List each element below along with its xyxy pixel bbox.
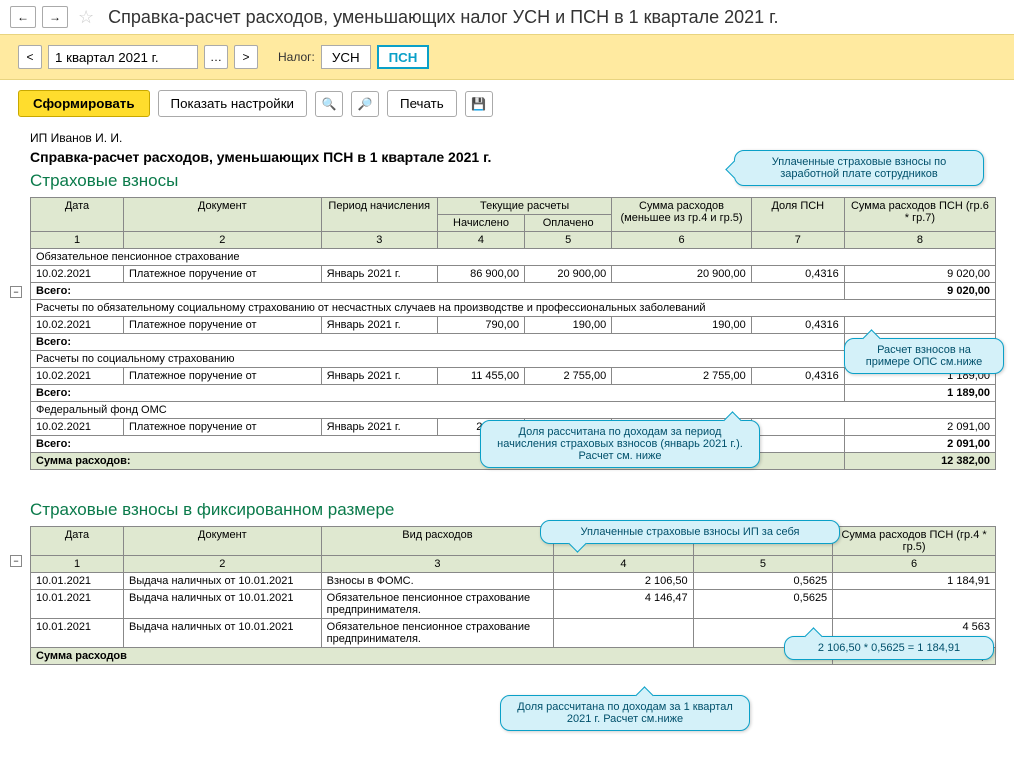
- form-button[interactable]: Сформировать: [18, 90, 150, 117]
- period-next-button[interactable]: >: [234, 45, 258, 69]
- th-period: Период начисления: [321, 198, 437, 232]
- save-icon[interactable]: 💾: [465, 91, 493, 117]
- col-numbers-2: 123456: [31, 556, 996, 573]
- th-share: Доля ПСН: [751, 198, 844, 232]
- total-row: Всего:9 020,00: [31, 283, 996, 300]
- company-name: ИП Иванов И. И.: [30, 131, 996, 145]
- tax-label: Налог:: [278, 50, 315, 64]
- th2-doc: Документ: [124, 527, 322, 556]
- th-paid: Оплачено: [525, 215, 612, 232]
- th-date: Дата: [31, 198, 124, 232]
- th-sumpsn: Сумма расходов ПСН (гр.6 * гр.7): [844, 198, 995, 232]
- period-input[interactable]: [48, 45, 198, 69]
- th-doc: Документ: [124, 198, 322, 232]
- callout-ops-calc: Расчет взносов на примере ОПС см.ниже: [844, 338, 1004, 374]
- tab-psn[interactable]: ПСН: [377, 45, 430, 69]
- table-row: 10.01.2021Выдача наличных от 10.01.2021О…: [31, 590, 996, 619]
- callout-share-q1: Доля рассчитана по доходам за 1 квартал …: [500, 695, 750, 731]
- period-picker-button[interactable]: …: [204, 45, 228, 69]
- group-row: Федеральный фонд ОМС: [31, 402, 996, 419]
- favorite-star-icon[interactable]: ☆: [78, 7, 94, 28]
- table-row: 10.02.2021Платежное поручение отЯнварь 2…: [31, 266, 996, 283]
- col-numbers: 12345678: [31, 232, 996, 249]
- fold-section1[interactable]: −: [10, 286, 22, 298]
- zoom-out-icon[interactable]: 🔎: [351, 91, 379, 117]
- group-row: Обязательное пенсионное страхование: [31, 249, 996, 266]
- nav-forward-button[interactable]: →: [42, 6, 68, 28]
- print-button[interactable]: Печать: [387, 90, 457, 117]
- th-current: Текущие расчеты: [437, 198, 611, 215]
- page-title: Справка-расчет расходов, уменьшающих нал…: [108, 7, 778, 28]
- th-accrued: Начислено: [437, 215, 524, 232]
- section2-title: Страховые взносы в фиксированном размере: [30, 500, 996, 520]
- nav-back-button[interactable]: ←: [10, 6, 36, 28]
- group-row: Расчеты по обязательному социальному стр…: [31, 300, 996, 317]
- callout-ip-self: Уплаченные страховые взносы ИП за себя: [540, 520, 840, 544]
- table-row: 10.02.2021Платежное поручение отЯнварь 2…: [31, 317, 996, 334]
- tab-usn[interactable]: УСН: [321, 45, 371, 69]
- th2-type: Вид расходов: [321, 527, 554, 556]
- fold-section2[interactable]: −: [10, 555, 22, 567]
- th2-sumpsn: Сумма расходов ПСН (гр.4 * гр.5): [833, 527, 996, 556]
- th-sumexp: Сумма расходов (меньшее из гр.4 и гр.5): [612, 198, 752, 232]
- th2-date: Дата: [31, 527, 124, 556]
- settings-button[interactable]: Показать настройки: [158, 90, 307, 117]
- total-row: Всего:1 189,00: [31, 385, 996, 402]
- callout-payroll: Уплаченные страховые взносы по заработно…: [734, 150, 984, 186]
- table-row: 10.01.2021Выдача наличных от 10.01.2021В…: [31, 573, 996, 590]
- callout-formula: 2 106,50 * 0,5625 = 1 184,91: [784, 636, 994, 660]
- callout-share-period: Доля рассчитана по доходам за период нач…: [480, 420, 760, 468]
- zoom-in-icon[interactable]: 🔍: [315, 91, 343, 117]
- period-prev-button[interactable]: <: [18, 45, 42, 69]
